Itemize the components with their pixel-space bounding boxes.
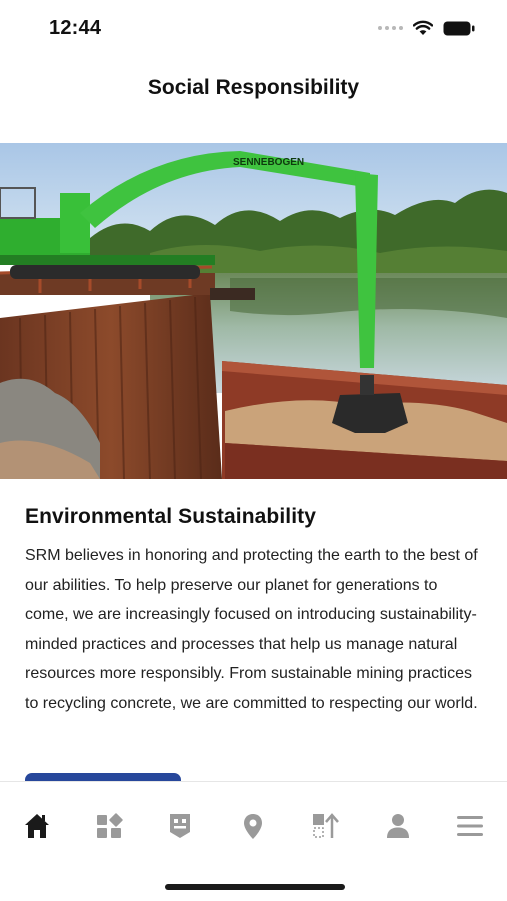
page-title: Social Responsibility (147, 76, 360, 99)
profile-icon (387, 814, 409, 838)
tab-badge[interactable] (160, 806, 200, 846)
status-bar: 12:44 (0, 0, 507, 60)
sustainability-section: Environmental Sustainability SRM believe… (25, 505, 485, 719)
home-icon (25, 814, 49, 838)
status-time: 12:44 (49, 17, 102, 39)
excavator-river-photo: SENNEBOGEN (0, 143, 507, 479)
section-body: SRM believes in honoring and protecting … (25, 547, 478, 712)
tab-profile[interactable] (378, 806, 418, 846)
tab-bar (0, 781, 507, 901)
sort-upload-icon (313, 813, 339, 838)
navigation-header: Social Responsibility (0, 60, 507, 144)
tab-sort[interactable] (305, 806, 345, 846)
status-icons (378, 20, 475, 36)
battery-icon (443, 21, 475, 35)
tab-products[interactable] (89, 806, 129, 846)
tab-home[interactable] (17, 806, 57, 846)
products-grid-icon (97, 813, 123, 838)
section-heading: Environmental Sustainability (25, 505, 317, 528)
tab-menu[interactable] (450, 806, 490, 846)
tab-locations[interactable] (233, 806, 273, 846)
hero-image: SENNEBOGEN (0, 143, 507, 479)
badge-icon (170, 814, 190, 838)
cellular-dots-icon (378, 26, 403, 30)
wifi-icon (413, 20, 433, 35)
home-indicator[interactable] (165, 884, 345, 890)
menu-icon (457, 816, 483, 836)
machine-brand-label: SENNEBOGEN (233, 157, 304, 168)
location-pin-icon (244, 814, 262, 839)
